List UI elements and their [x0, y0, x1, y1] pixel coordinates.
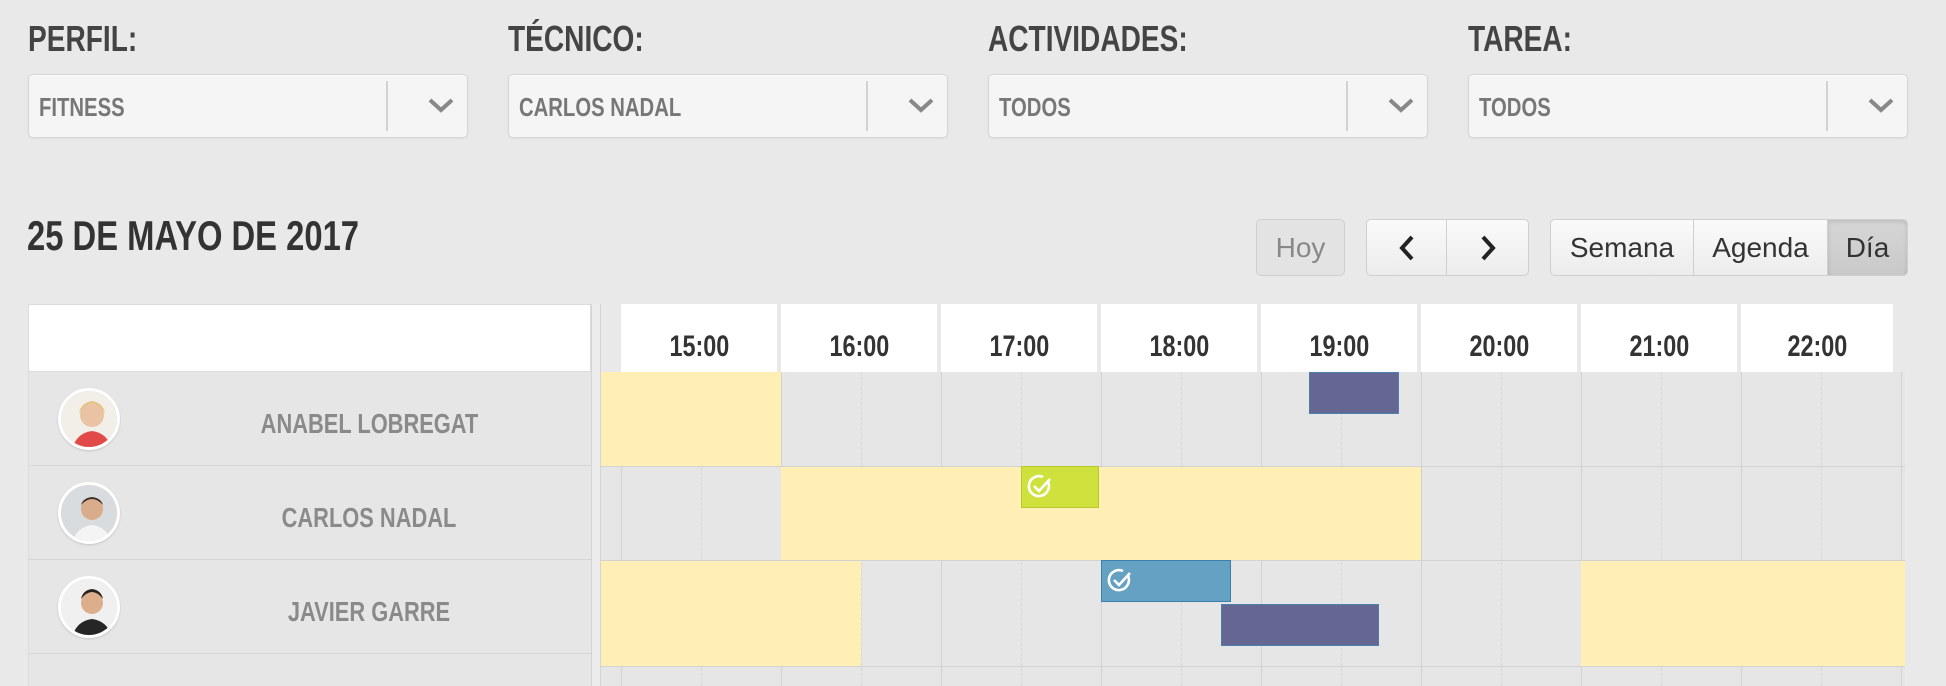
filter-tecnico: TÉCNICO: CARLOS NADAL	[508, 18, 948, 138]
resource-row: CARLOS NADAL	[28, 466, 591, 560]
chevron-down-icon[interactable]	[426, 93, 456, 117]
chevron-down-icon[interactable]	[1866, 93, 1896, 117]
tarea-select[interactable]: TODOS	[1468, 74, 1908, 138]
hour-label: 18:00	[1149, 330, 1209, 363]
scheduler: 15:00 16:00 17:00 18:00 19:00 20:00 21:00 22:00…	[28, 304, 1905, 686]
chevron-down-icon[interactable]	[906, 93, 936, 117]
avatar	[58, 482, 120, 544]
filter-perfil: PERFIL: FITNESS	[28, 18, 468, 138]
view-week-button[interactable]: Semana	[1550, 219, 1694, 276]
next-button[interactable]	[1447, 219, 1529, 276]
filter-tarea: TAREA: TODOS	[1468, 18, 1908, 138]
check-circle-icon	[1027, 474, 1051, 498]
hour-header: 16:00	[781, 304, 941, 372]
hour-label: 16:00	[829, 330, 889, 363]
filter-label: TAREA:	[1468, 18, 1572, 59]
view-day-button[interactable]: Día	[1828, 219, 1908, 276]
grid-line	[601, 560, 1905, 561]
resource-name: JAVIER GARRE	[287, 596, 451, 627]
actividades-select[interactable]: TODOS	[988, 74, 1428, 138]
grid-line	[601, 666, 1905, 667]
tecnico-select[interactable]: CARLOS NADAL	[508, 74, 948, 138]
resource-header	[28, 304, 591, 372]
perfil-select[interactable]: FITNESS	[28, 74, 468, 138]
chevron-down-icon[interactable]	[1386, 93, 1416, 117]
availability-block[interactable]	[781, 466, 1421, 560]
filter-label: PERFIL:	[28, 18, 138, 59]
select-divider	[386, 81, 388, 131]
resource-row: ANABEL LOBREGAT	[28, 372, 591, 466]
availability-block[interactable]	[1581, 560, 1905, 666]
today-button[interactable]: Hoy	[1256, 219, 1345, 276]
calendar-event[interactable]	[1221, 604, 1379, 646]
column-splitter[interactable]	[591, 304, 601, 686]
hour-header: 20:00	[1421, 304, 1581, 372]
filter-label: TÉCNICO:	[508, 18, 644, 59]
calendar-event[interactable]	[1021, 466, 1099, 508]
hour-header: 18:00	[1101, 304, 1261, 372]
resource-row: JAVIER GARRE	[28, 560, 591, 654]
select-value: TODOS	[999, 92, 1071, 122]
hour-header: 19:00	[1261, 304, 1421, 372]
availability-block[interactable]	[601, 372, 781, 466]
calendar-event[interactable]	[1101, 560, 1231, 602]
resource-name: ANABEL LOBREGAT	[260, 408, 478, 439]
hour-label: 17:00	[989, 330, 1049, 363]
grid-line	[1421, 372, 1422, 686]
time-grid[interactable]	[601, 372, 1905, 686]
hour-label: 22:00	[1787, 330, 1847, 363]
select-value: FITNESS	[39, 92, 125, 122]
filter-label: ACTIVIDADES:	[988, 18, 1188, 59]
hour-label: 21:00	[1629, 330, 1689, 363]
hour-label: 20:00	[1469, 330, 1529, 363]
date-title: 25 DE MAYO DE 2017	[27, 212, 360, 259]
chevron-right-icon	[1481, 235, 1496, 260]
hour-header: 22:00	[1741, 304, 1897, 372]
grid-line	[601, 466, 1905, 467]
calendar-event[interactable]	[1309, 372, 1399, 414]
select-value: TODOS	[1479, 92, 1551, 122]
availability-block[interactable]	[601, 560, 861, 666]
select-divider	[1826, 81, 1828, 131]
prev-button[interactable]	[1366, 219, 1447, 276]
hour-label: 15:00	[669, 330, 729, 363]
select-value: CARLOS NADAL	[519, 92, 682, 122]
hour-label: 19:00	[1309, 330, 1369, 363]
resource-name: CARLOS NADAL	[281, 502, 457, 533]
avatar	[58, 576, 120, 638]
select-divider	[866, 81, 868, 131]
filter-actividades: ACTIVIDADES: TODOS	[988, 18, 1428, 138]
resource-row	[28, 654, 591, 686]
check-circle-icon	[1107, 568, 1131, 592]
avatar	[58, 388, 120, 450]
hour-header: 21:00	[1581, 304, 1741, 372]
view-agenda-button[interactable]: Agenda	[1694, 219, 1828, 276]
grid-line	[1501, 372, 1502, 686]
hour-header: 15:00	[621, 304, 781, 372]
select-divider	[1346, 81, 1348, 131]
chevron-left-icon	[1398, 235, 1413, 260]
hour-header: 17:00	[941, 304, 1101, 372]
